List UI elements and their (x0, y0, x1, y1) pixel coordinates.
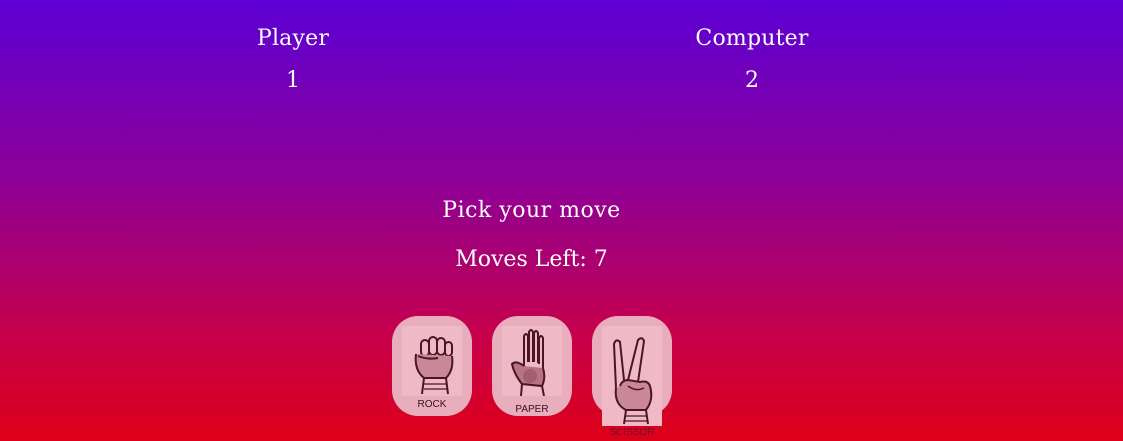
rock-button[interactable]: ROCK (392, 316, 472, 416)
computer-score-panel: Computer 2 (652, 24, 852, 96)
pick-move-heading: Pick your move (442, 198, 621, 223)
paper-label: PAPER (515, 404, 549, 415)
computer-score: 2 (745, 68, 759, 93)
open-hand-icon (510, 329, 546, 396)
player-label: Player (256, 26, 330, 51)
scissor-card (602, 326, 662, 426)
move-choices: ROCK PAPER SCISSOR (392, 316, 682, 441)
scissor-button[interactable]: SCISSOR (592, 316, 672, 438)
scissor-label: SCISSOR (609, 427, 655, 438)
paper-card (502, 326, 562, 396)
moves-left-counter: Moves Left: 7 (455, 247, 608, 272)
fist-icon (414, 336, 454, 395)
rock-card (402, 326, 462, 396)
player-score: 1 (286, 68, 300, 93)
player-score-panel: Player 1 (193, 24, 393, 96)
two-fingers-icon (612, 337, 653, 425)
rock-label: ROCK (417, 399, 447, 410)
paper-button[interactable]: PAPER (492, 316, 572, 416)
computer-label: Computer (695, 26, 809, 51)
